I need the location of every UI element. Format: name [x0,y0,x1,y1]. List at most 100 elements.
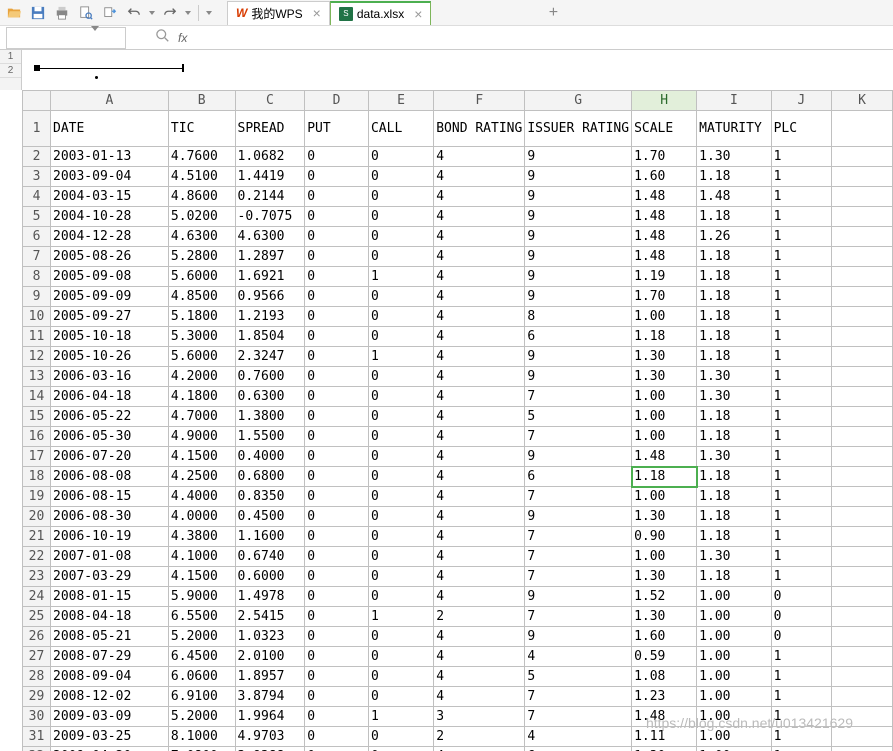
cell[interactable]: 0 [305,267,369,287]
cell[interactable]: 0 [305,647,369,667]
col-header-C[interactable]: C [235,91,305,111]
cell[interactable] [832,627,893,647]
cell[interactable]: 2006-07-20 [51,447,169,467]
cell[interactable] [832,567,893,587]
cell[interactable]: 6.4500 [168,647,235,667]
cell[interactable]: 4 [434,167,525,187]
cell[interactable]: 4 [434,547,525,567]
cell[interactable]: 0 [305,227,369,247]
row-header[interactable]: 29 [23,687,51,707]
col-header-J[interactable]: J [771,91,832,111]
cell[interactable]: 0 [305,187,369,207]
undo-icon[interactable] [124,3,144,23]
cell[interactable]: 0.6800 [235,467,305,487]
cell[interactable]: 9 [525,247,632,267]
cell[interactable] [832,727,893,747]
cell[interactable]: 0 [368,307,433,327]
cell[interactable]: 0 [368,667,433,687]
cell[interactable]: 2003-09-04 [51,167,169,187]
cell[interactable]: 4 [434,307,525,327]
cell[interactable]: 2006-08-15 [51,487,169,507]
cell[interactable]: 0 [368,507,433,527]
cell[interactable]: 0.6000 [235,567,305,587]
tab-data[interactable]: S data.xlsx × [330,1,432,25]
cell[interactable]: 1.11 [632,727,697,747]
cell[interactable]: 4 [434,407,525,427]
cell[interactable]: 1.70 [632,287,697,307]
cell[interactable]: TIC [168,111,235,147]
cell[interactable]: 1.18 [697,247,771,267]
cell[interactable]: 1.30 [632,347,697,367]
cell[interactable]: 6 [525,747,632,751]
cell[interactable]: 1.2193 [235,307,305,327]
cell[interactable]: 1.30 [697,447,771,467]
cell[interactable]: 0 [771,627,832,647]
cell[interactable]: 4 [434,427,525,447]
cell[interactable]: BOND RATING [434,111,525,147]
cell[interactable]: 5.6000 [168,347,235,367]
cell[interactable] [832,747,893,751]
cell[interactable] [832,147,893,167]
cell[interactable]: 4 [434,327,525,347]
cell[interactable]: 1 [771,387,832,407]
cell[interactable]: 4.0000 [168,507,235,527]
outline-collapse-line[interactable] [34,68,184,69]
cell[interactable]: 0 [368,147,433,167]
cell[interactable]: MATURITY [697,111,771,147]
cell[interactable] [832,547,893,567]
cell[interactable]: 0 [368,687,433,707]
cell[interactable] [832,327,893,347]
cell[interactable]: 0 [368,207,433,227]
cell[interactable]: 2006-05-22 [51,407,169,427]
cell[interactable]: ISSUER RATING [525,111,632,147]
cell[interactable] [832,307,893,327]
cell[interactable] [832,587,893,607]
name-box[interactable] [6,27,126,49]
row-header[interactable]: 16 [23,427,51,447]
cell[interactable]: 1 [771,707,832,727]
cell[interactable]: 2006-08-30 [51,507,169,527]
cell[interactable]: 1.5500 [235,427,305,447]
cell[interactable]: DATE [51,111,169,147]
cell[interactable]: 1 [771,547,832,567]
cell[interactable]: 1 [771,227,832,247]
cell[interactable] [832,287,893,307]
cell[interactable]: 1.18 [697,467,771,487]
cell[interactable]: 4 [434,247,525,267]
cell[interactable]: 0 [368,247,433,267]
cell[interactable]: 1.00 [632,387,697,407]
cell[interactable] [832,427,893,447]
cell[interactable]: 0 [305,507,369,527]
cell[interactable]: 4 [525,727,632,747]
cell[interactable]: 1 [771,467,832,487]
cell[interactable]: 4.9000 [168,427,235,447]
outline-level-1[interactable]: 1 [0,50,21,64]
cell[interactable]: 0 [368,467,433,487]
cell[interactable]: 0 [368,387,433,407]
cell[interactable]: 1 [771,287,832,307]
col-header-K[interactable]: K [832,91,893,111]
cell[interactable]: 0 [305,287,369,307]
cell[interactable]: 4 [434,467,525,487]
cell[interactable]: 0 [305,587,369,607]
cell[interactable]: 1.18 [697,267,771,287]
row-header[interactable]: 32 [23,747,51,751]
select-all-corner[interactable] [23,91,51,111]
cell[interactable]: 6.5500 [168,607,235,627]
row-header[interactable]: 9 [23,287,51,307]
row-header[interactable]: 14 [23,387,51,407]
cell[interactable]: 1 [368,267,433,287]
export-icon[interactable] [100,3,120,23]
cell[interactable]: 4.1500 [168,567,235,587]
cell[interactable]: 1.48 [632,227,697,247]
cell[interactable]: 0 [368,367,433,387]
cell[interactable]: 1.18 [697,407,771,427]
col-header-G[interactable]: G [525,91,632,111]
cell[interactable]: 0.2144 [235,187,305,207]
cell[interactable]: 4.3800 [168,527,235,547]
cell[interactable]: 7 [525,567,632,587]
cell[interactable]: 1.30 [632,747,697,751]
cell[interactable]: 4.6300 [168,227,235,247]
cell[interactable]: 1.18 [697,167,771,187]
cell[interactable]: 7 [525,527,632,547]
